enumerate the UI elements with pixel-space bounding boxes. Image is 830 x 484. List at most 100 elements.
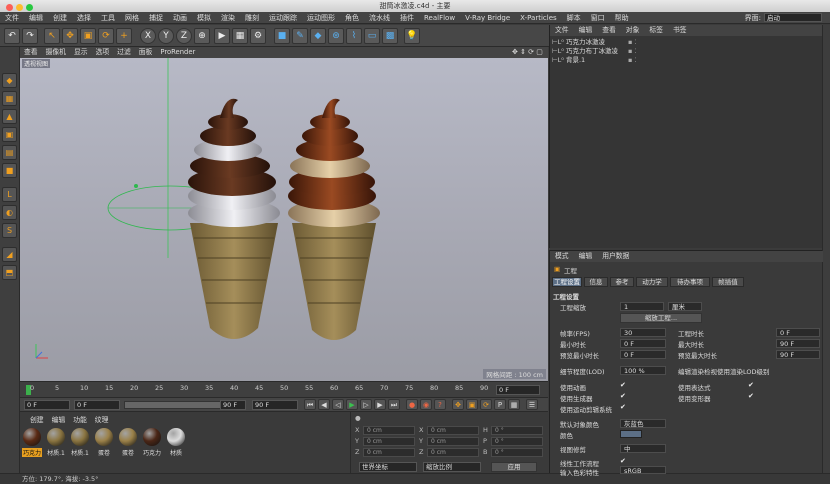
menu-item[interactable]: V-Ray Bridge (460, 12, 515, 24)
linear-workflow-checkbox[interactable]: ✔ (620, 457, 626, 465)
position-key-icon[interactable]: ✥ (452, 399, 464, 410)
menu-item[interactable]: 工具 (96, 12, 120, 24)
attribute-menu-item[interactable]: 编辑 (574, 251, 598, 262)
undo-icon[interactable]: ↶ (4, 28, 20, 44)
object-row[interactable]: ⊢L⁰ 背景.1 ▪ ⁚ (552, 56, 821, 65)
go-to-start-icon[interactable]: ⏮ (304, 399, 316, 410)
preview-min-input[interactable]: 0 F (620, 350, 666, 359)
viewport-menu-item[interactable]: 选项 (92, 47, 114, 58)
min-time-input[interactable]: 0 F (620, 339, 666, 348)
attribute-tab[interactable]: 动力学 (636, 277, 668, 287)
material-swatch[interactable] (167, 428, 185, 446)
menu-item[interactable]: 捕捉 (144, 12, 168, 24)
record-keys-icon[interactable]: ● (406, 399, 418, 410)
range-end-field[interactable]: 90 F (220, 400, 246, 410)
attribute-tab[interactable]: 工程设置 (552, 277, 582, 287)
close-window-icon[interactable] (6, 4, 13, 11)
coordinate-input[interactable]: 0 cm (427, 448, 479, 457)
attribute-tab[interactable]: 信息 (584, 277, 608, 287)
attribute-tab[interactable]: 待办事项 (670, 277, 710, 287)
menu-item[interactable]: 运动跟踪 (264, 12, 302, 24)
menu-item[interactable]: 渲染 (216, 12, 240, 24)
edges-mode-icon[interactable]: ▤ (2, 145, 17, 160)
snap-icon[interactable]: S (2, 223, 17, 238)
menu-item[interactable]: 编辑 (24, 12, 48, 24)
object-menu-item[interactable]: 文件 (550, 25, 574, 36)
use-generators-checkbox[interactable]: ✔ (620, 392, 626, 400)
material-swatch[interactable] (95, 428, 113, 446)
current-frame-field[interactable]: 0 F (74, 400, 120, 410)
enable-axis-icon[interactable]: L (2, 187, 17, 202)
go-to-end-icon[interactable]: ⏭ (388, 399, 400, 410)
view-clip-dropdown[interactable]: 中 (620, 444, 666, 453)
light-icon[interactable]: 💡 (404, 28, 420, 44)
attribute-menu-item[interactable]: 用户数据 (597, 251, 634, 262)
menu-item[interactable]: 模拟 (192, 12, 216, 24)
max-time-input[interactable]: 90 F (776, 339, 820, 348)
scale-mode-dropdown[interactable]: 缩放比例 (423, 462, 481, 472)
material-swatch[interactable] (119, 428, 137, 446)
rotation-key-icon[interactable]: ⟳ (480, 399, 492, 410)
use-animation-checkbox[interactable]: ✔ (620, 381, 626, 389)
coordinate-input[interactable]: 0 cm (427, 437, 479, 446)
visibility-dots-icon[interactable]: ▪ ⁚ (628, 38, 637, 47)
cube-icon[interactable]: ■ (274, 28, 290, 44)
attribute-tab[interactable]: 帧插值 (712, 277, 744, 287)
project-scale-unit[interactable]: 厘米 (668, 302, 702, 311)
menu-item[interactable]: 运动图形 (302, 12, 340, 24)
menu-item[interactable]: 网格 (120, 12, 144, 24)
material-menu-item[interactable]: 纹理 (95, 416, 109, 424)
menu-item[interactable]: 窗口 (586, 12, 610, 24)
material-swatch[interactable] (143, 428, 161, 446)
project-time-input[interactable]: 0 F (776, 328, 820, 337)
redo-icon[interactable]: ↷ (22, 28, 38, 44)
viewport-menu-item[interactable]: 查看 (20, 47, 42, 58)
menu-item[interactable]: 插件 (395, 12, 419, 24)
fps-input[interactable]: 30 (620, 328, 666, 337)
timeline-end-field[interactable]: 0 F (496, 385, 540, 395)
subdivision-icon[interactable]: ◆ (310, 28, 326, 44)
pla-key-icon[interactable]: ▦ (508, 399, 520, 410)
axis-z-icon[interactable]: Z (176, 28, 192, 44)
timeline-ruler[interactable]: 0 F 0 5 10 15 20 25 30 35 40 45 50 55 60 65 70 75 80 85 90 (20, 381, 548, 398)
parameter-key-icon[interactable]: P (494, 399, 506, 410)
side-tabs-strip[interactable] (822, 25, 830, 473)
world-coords-icon[interactable]: ⊕ (194, 28, 210, 44)
object-menu-item[interactable]: 编辑 (574, 25, 598, 36)
menu-item[interactable]: 创建 (48, 12, 72, 24)
lock-workplane-icon[interactable]: ⬒ (2, 265, 17, 280)
minimize-window-icon[interactable] (16, 4, 23, 11)
deformer-icon[interactable]: ⌇ (346, 28, 362, 44)
material-swatch[interactable] (71, 428, 89, 446)
coordinate-input[interactable]: 0 ° (491, 437, 543, 446)
axis-mode-icon[interactable]: ▲ (2, 109, 17, 124)
coordinate-system-dropdown[interactable]: 世界坐标 (359, 462, 417, 472)
previous-key-icon[interactable]: ◀ (318, 399, 330, 410)
coordinate-input[interactable]: 0 ° (491, 426, 543, 435)
model-mode-icon[interactable]: ◆ (2, 73, 17, 88)
material-menu-item[interactable]: 编辑 (52, 416, 66, 424)
visibility-dots-icon[interactable]: ▪ ⁚ (628, 47, 637, 56)
use-motion-checkbox[interactable]: ✔ (620, 403, 626, 411)
scale-icon[interactable]: ▣ (80, 28, 96, 44)
select-arrow-icon[interactable]: ↖ (44, 28, 60, 44)
step-back-icon[interactable]: ◁ (332, 399, 344, 410)
end-frame-field[interactable]: 90 F (252, 400, 298, 410)
attribute-menu-item[interactable]: 模式 (550, 251, 574, 262)
texture-mode-icon[interactable]: ▦ (2, 91, 17, 106)
menu-item[interactable]: 文件 (0, 12, 24, 24)
attribute-tab[interactable]: 参考 (610, 277, 634, 287)
menu-item[interactable]: 帮助 (610, 12, 634, 24)
axis-x-icon[interactable]: X (140, 28, 156, 44)
object-menu-item[interactable]: 查看 (597, 25, 621, 36)
workplane-icon[interactable]: ◢ (2, 247, 17, 262)
autokey-icon[interactable]: ◉ (420, 399, 432, 410)
add-icon[interactable]: + (116, 28, 132, 44)
timeline-window-icon[interactable]: ☰ (526, 399, 538, 410)
scale-project-button[interactable]: 缩放工程... (620, 313, 702, 323)
rotate-icon[interactable]: ⟳ (98, 28, 114, 44)
coordinate-input[interactable]: 0 cm (427, 426, 479, 435)
coordinate-input[interactable]: 0 ° (491, 448, 543, 457)
camera-icon[interactable]: ▩ (382, 28, 398, 44)
viewport-nav-icons[interactable]: ✥ ⇕ ⟳ ▢ (512, 48, 543, 56)
